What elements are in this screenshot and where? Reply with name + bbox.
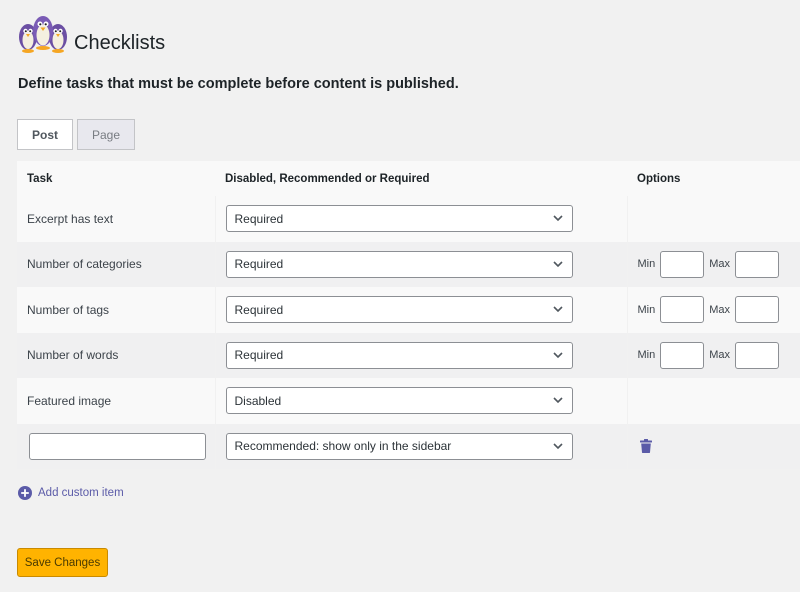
status-select[interactable]: Recommended: show only in the sidebar xyxy=(225,432,573,460)
max-input[interactable] xyxy=(735,250,780,278)
min-input[interactable] xyxy=(660,250,705,278)
table-row: Number of tags Required Min Max xyxy=(17,287,800,333)
save-changes-button[interactable]: Save Changes xyxy=(17,548,108,577)
status-select-value: Disabled xyxy=(234,393,282,408)
status-select-value: Required xyxy=(234,348,284,363)
status-cell: Required xyxy=(214,241,627,287)
status-cell: Disabled xyxy=(214,378,627,424)
task-label: Featured image xyxy=(17,378,215,424)
chevron-down-icon xyxy=(552,306,563,313)
task-label: Number of tags xyxy=(17,287,215,333)
options-cell: Min Max xyxy=(626,332,800,378)
table-row: Number of categories Required Min Max xyxy=(17,241,800,287)
min-label: Min xyxy=(637,349,656,362)
min-input[interactable] xyxy=(660,296,705,324)
options-cell: Min Max xyxy=(626,287,800,333)
column-header-status: Disabled, Recommended or Required xyxy=(215,161,627,196)
max-input[interactable] xyxy=(735,296,780,324)
trash-icon[interactable] xyxy=(639,439,652,454)
chevron-down-icon xyxy=(552,397,563,404)
status-cell: Required xyxy=(214,332,627,378)
tab-post[interactable]: Post xyxy=(17,119,73,150)
table-row: Excerpt has text Required xyxy=(17,196,800,242)
header xyxy=(16,8,70,56)
status-select[interactable]: Required xyxy=(225,341,573,369)
options-cell xyxy=(626,423,800,469)
add-custom-item-link[interactable]: Add custom item xyxy=(18,486,124,500)
status-select-value: Required xyxy=(234,257,284,272)
min-label: Min xyxy=(637,258,656,271)
column-header-task: Task xyxy=(17,161,215,196)
options-cell xyxy=(626,196,800,242)
status-select[interactable]: Disabled xyxy=(225,387,573,415)
chevron-down-icon xyxy=(552,261,563,267)
chevron-down-icon xyxy=(552,215,563,222)
status-select[interactable]: Required xyxy=(225,296,573,324)
status-cell: Required xyxy=(214,196,627,242)
task-label: Number of words xyxy=(17,332,215,378)
options-cell: Min Max xyxy=(626,241,800,287)
column-header-options: Options xyxy=(627,161,800,196)
post-type-tabs: Post Page xyxy=(17,119,135,150)
status-select-value: Recommended: show only in the sidebar xyxy=(234,439,452,454)
page-description: Define tasks that must be complete befor… xyxy=(18,76,459,92)
tasks-table: Task Disabled, Recommended or Required O… xyxy=(17,161,800,469)
status-select[interactable]: Required xyxy=(225,250,573,278)
max-input[interactable] xyxy=(735,341,780,369)
max-label: Max xyxy=(709,349,731,362)
plus-circle-icon xyxy=(18,486,32,500)
chevron-down-icon xyxy=(552,352,563,358)
tab-page[interactable]: Page xyxy=(77,119,135,150)
status-cell: Required xyxy=(214,287,627,333)
table-header-row: Task Disabled, Recommended or Required O… xyxy=(17,161,800,196)
task-label: Number of categories xyxy=(17,241,215,287)
task-label: Excerpt has text xyxy=(17,196,215,242)
status-cell: Recommended: show only in the sidebar xyxy=(214,423,627,469)
page-title: Checklists xyxy=(74,32,166,54)
table-row: Featured image Disabled xyxy=(17,378,800,424)
logo-icon xyxy=(19,16,67,53)
table-row: Number of words Required Min Max xyxy=(17,332,800,378)
max-label: Max xyxy=(709,258,731,271)
table-row-custom: Recommended: show only in the sidebar xyxy=(17,423,800,469)
options-cell xyxy=(626,378,800,424)
status-select-value: Required xyxy=(234,211,284,226)
min-input[interactable] xyxy=(660,341,705,369)
task-cell xyxy=(17,423,215,469)
min-label: Min xyxy=(637,303,656,316)
add-custom-item-label: Add custom item xyxy=(38,487,124,499)
custom-task-input[interactable] xyxy=(29,432,206,460)
status-select-value: Required xyxy=(234,302,284,317)
max-label: Max xyxy=(709,303,731,316)
chevron-down-icon xyxy=(552,443,563,449)
status-select[interactable]: Required xyxy=(225,205,573,233)
